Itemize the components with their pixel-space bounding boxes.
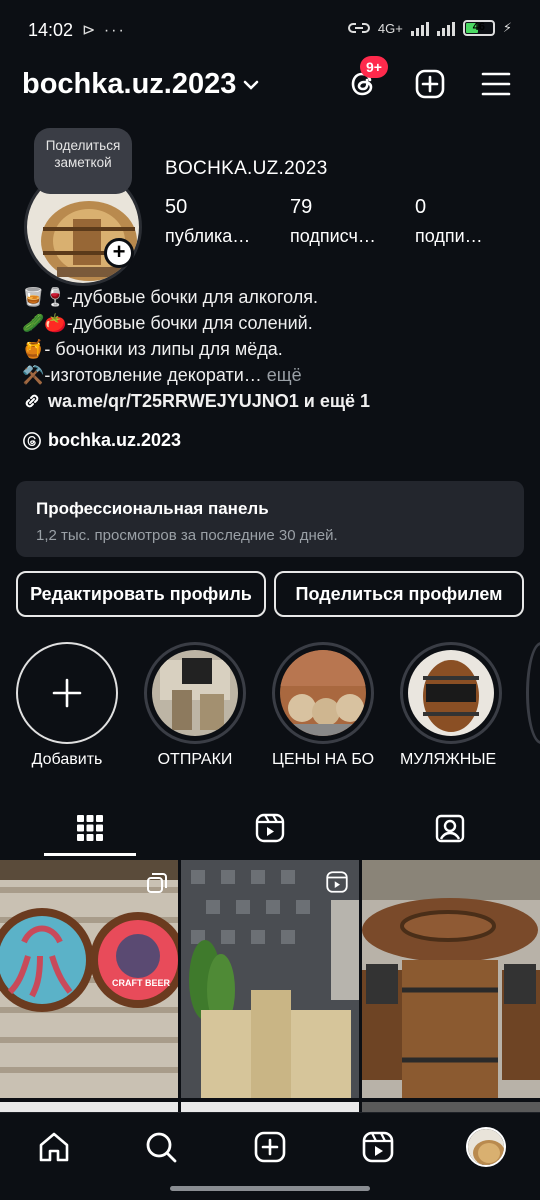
- edit-profile-button[interactable]: Редактировать профиль: [16, 571, 266, 617]
- menu-icon[interactable]: [480, 68, 512, 100]
- highlight-label: МУЛЯЖНЫЕ …: [400, 751, 502, 768]
- highlight-label: ЦЕНЫ НА БО…: [272, 751, 374, 768]
- bio-more-link[interactable]: ещё: [262, 365, 302, 385]
- dashboard-title: Профессиональная панель: [36, 499, 269, 518]
- highlight-cover: [408, 650, 494, 736]
- highlight-cover: [152, 650, 238, 736]
- post-image: [362, 860, 540, 1098]
- threads-profile-link[interactable]: bochka.uz.2023: [22, 430, 181, 451]
- post-thumbnail-partial[interactable]: [362, 1102, 540, 1112]
- grid-icon: [77, 815, 103, 841]
- home-indicator: [170, 1186, 370, 1191]
- battery-percent: 46: [472, 21, 485, 33]
- profile-bio: 🥃🍷-дубовые бочки для алкоголя. 🥒🍅-дубовы…: [22, 284, 522, 414]
- profile-tabs: [0, 800, 540, 856]
- highlight-label: Добавить: [31, 751, 103, 768]
- highlight-item[interactable]: ЦЕНЫ НА БО…: [272, 642, 374, 769]
- post-image: [181, 860, 359, 1098]
- share-profile-button[interactable]: Поделиться профилем: [274, 571, 524, 617]
- signal2-icon: [436, 20, 455, 36]
- profile-header: bochka.uz.2023 9+: [0, 56, 540, 110]
- search-icon[interactable]: [143, 1129, 179, 1165]
- bio-line: 🥃🍷-дубовые бочки для алкоголя.: [22, 287, 318, 307]
- tab-tagged[interactable]: [360, 800, 540, 856]
- signal-icon: [410, 20, 429, 36]
- plus-icon: [52, 678, 82, 708]
- highlight-add[interactable]: Добавить: [16, 642, 118, 769]
- active-tab-indicator: [44, 853, 136, 856]
- profile-avatar-nav[interactable]: [466, 1127, 506, 1167]
- status-right-icons: 4G+ 46 ⚡: [347, 20, 512, 36]
- followers-label[interactable]: подписч…: [290, 226, 376, 247]
- post-thumbnail[interactable]: [181, 860, 359, 1098]
- link-icon: [347, 23, 370, 33]
- create-icon[interactable]: [252, 1129, 288, 1165]
- status-left-icons: ⊳ ···: [82, 22, 126, 39]
- posts-label[interactable]: публика…: [165, 226, 250, 247]
- post-thumbnail[interactable]: CRAFT BEER: [0, 860, 178, 1098]
- tab-reels[interactable]: [180, 800, 360, 856]
- share-note-bubble[interactable]: Поделиться заметкой: [34, 128, 132, 194]
- following-count[interactable]: 0: [415, 196, 426, 219]
- reels-icon[interactable]: [360, 1129, 396, 1165]
- highlight-item[interactable]: МУЛЯЖНЫЕ …: [400, 642, 502, 769]
- highlight-cover: [280, 650, 366, 736]
- reel-indicator-icon: [326, 871, 348, 893]
- chevron-down-icon[interactable]: [240, 74, 262, 96]
- following-label[interactable]: подпи…: [415, 226, 483, 247]
- carousel-icon: [147, 873, 167, 893]
- add-highlight-ring[interactable]: [16, 642, 118, 744]
- professional-dashboard[interactable]: Профессиональная панель 1,2 тыс. просмот…: [16, 481, 524, 557]
- add-story-plus-icon[interactable]: +: [104, 238, 134, 268]
- bio-line: ⚒️-изготовление декорати… ещё: [22, 365, 302, 385]
- bio-line: 🍯- бочонки из липы для мёда.: [22, 339, 283, 359]
- followers-count[interactable]: 79: [290, 196, 312, 219]
- account-username[interactable]: bochka.uz.2023: [22, 68, 236, 101]
- post-thumbnail-partial[interactable]: [0, 1102, 178, 1112]
- status-bar: 14:02 ⊳ ··· 4G+ 46 ⚡: [0, 0, 540, 60]
- reels-icon: [255, 813, 285, 843]
- highlight-item-partial[interactable]: [526, 642, 540, 744]
- highlight-item[interactable]: ОТПРАКИ: [144, 642, 246, 769]
- highlight-label: ОТПРАКИ: [157, 751, 233, 768]
- post-thumbnail-partial[interactable]: [181, 1102, 359, 1112]
- tagged-icon: [435, 814, 465, 843]
- threads-icon: [23, 431, 41, 450]
- battery-icon: 46: [462, 20, 495, 36]
- dashboard-subtitle: 1,2 тыс. просмотров за последние 30 дней…: [36, 527, 338, 544]
- charging-icon: ⚡: [502, 20, 512, 35]
- post-thumbnail[interactable]: [362, 860, 540, 1098]
- status-time: 14:02: [28, 20, 74, 40]
- home-icon[interactable]: [36, 1129, 72, 1165]
- network-type: 4G+: [377, 20, 403, 36]
- notification-badge: 9+: [360, 56, 388, 78]
- profile-display-name: BOCHKA.UZ.2023: [165, 158, 328, 179]
- tab-grid[interactable]: [0, 800, 180, 856]
- posts-count[interactable]: 50: [165, 196, 187, 219]
- bio-link[interactable]: wa.me/qr/T25RRWEJYUJNO1 и ещё 1: [22, 388, 522, 414]
- bio-line: 🥒🍅-дубовые бочки для солений.: [22, 313, 313, 333]
- link-icon: [25, 394, 39, 408]
- post-overlay-text: CRAFT BEER: [112, 978, 170, 988]
- create-plus-icon[interactable]: [414, 68, 446, 100]
